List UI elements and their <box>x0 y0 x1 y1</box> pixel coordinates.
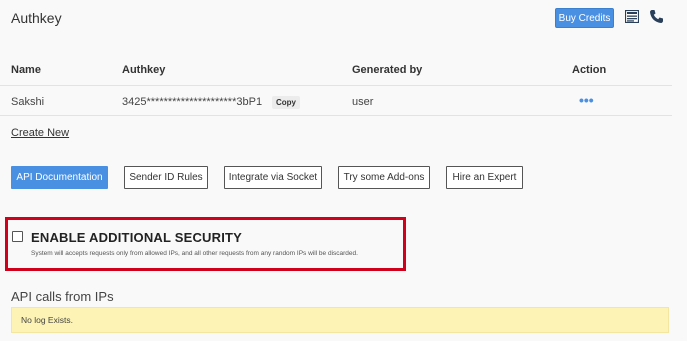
api-documentation-button[interactable]: API Documentation <box>11 166 108 189</box>
row-generated-by: user <box>352 96 374 108</box>
more-actions-icon[interactable]: ••• <box>579 92 594 108</box>
api-calls-title: API calls from IPs <box>11 289 114 304</box>
row-name: Sakshi <box>11 96 45 108</box>
create-new-link[interactable]: Create New <box>11 127 69 139</box>
copy-button[interactable]: Copy <box>272 96 300 109</box>
integrate-via-socket-button[interactable]: Integrate via Socket <box>224 166 322 189</box>
column-header-authkey: Authkey <box>122 64 166 76</box>
buy-credits-button[interactable]: Buy Credits <box>555 8 614 28</box>
column-header-action: Action <box>572 64 607 76</box>
log-empty-message: No log Exists. <box>21 315 73 325</box>
hire-an-expert-button[interactable]: Hire an Expert <box>446 166 523 189</box>
page-title: Authkey <box>11 10 62 26</box>
column-header-generated-by: Generated by <box>352 64 423 76</box>
row-divider <box>0 115 672 116</box>
security-title: ENABLE ADDITIONAL SECURITY <box>31 230 243 245</box>
security-description: System will accepts requests only from a… <box>31 250 358 257</box>
phone-icon[interactable] <box>649 9 664 24</box>
document-icon[interactable] <box>625 10 639 23</box>
column-header-name: Name <box>11 64 41 76</box>
enable-security-checkbox[interactable] <box>12 231 23 242</box>
try-add-ons-button[interactable]: Try some Add-ons <box>338 166 430 189</box>
log-notice-box <box>11 307 669 333</box>
row-authkey: 3425*********************3bP1 <box>122 96 263 108</box>
header-divider <box>0 85 672 86</box>
sender-id-rules-button[interactable]: Sender ID Rules <box>124 166 208 189</box>
